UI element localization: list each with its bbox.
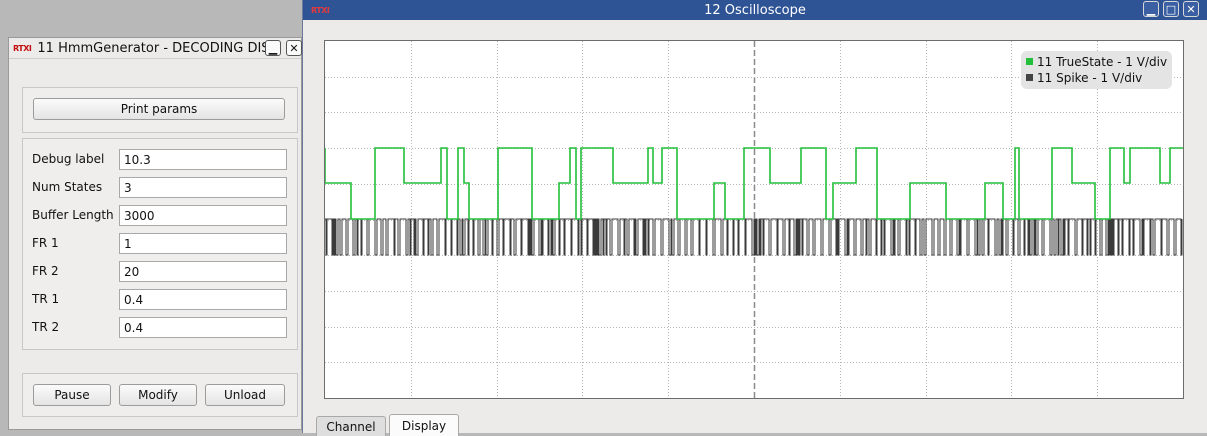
close-button[interactable]: ✕	[286, 40, 302, 56]
param-label: Debug label	[32, 152, 105, 166]
param-label: FR 1	[32, 236, 59, 250]
maximize-icon: □	[1165, 2, 1177, 16]
print-params-button[interactable]: Print params	[33, 98, 285, 120]
tab-channel[interactable]: Channel	[316, 416, 386, 436]
hmm-window-title: 11 HmmGenerator - DECODING DIS...	[37, 41, 270, 56]
scope-titlebar[interactable]: RTXI 12 Oscilloscope ▁ □ ✕	[303, 0, 1207, 20]
pause-button[interactable]: Pause	[33, 384, 111, 406]
modify-button[interactable]: Modify	[119, 384, 197, 406]
scope-canvas: 11 TrueState - 1 V/div 11 Spike - 1 V/di…	[325, 41, 1183, 398]
params-group: Debug label Num States Buffer Length FR 1 FR…	[22, 138, 298, 350]
param-label: TR 1	[32, 292, 60, 306]
actions-group: Pause Modify Unload	[22, 373, 298, 417]
scope-plot-area[interactable]: 11 TrueState - 1 V/div 11 Spike - 1 V/di…	[324, 40, 1184, 399]
hmm-generator-window: RTXI 11 HmmGenerator - DECODING DIS... ▁…	[8, 37, 302, 430]
minimize-icon: ▁	[268, 41, 278, 55]
scope-window-title: 12 Oscilloscope	[704, 2, 806, 18]
minimize-button[interactable]: ▁	[1143, 1, 1159, 17]
legend: 11 TrueState - 1 V/div 11 Spike - 1 V/di…	[1021, 51, 1172, 89]
param-input[interactable]	[119, 177, 287, 198]
param-input[interactable]	[119, 149, 287, 170]
minimize-button[interactable]: ▁	[265, 40, 281, 56]
param-input[interactable]	[119, 317, 287, 338]
param-input[interactable]	[119, 289, 287, 310]
param-label: Buffer Length	[32, 208, 114, 222]
tab-channel-label: Channel	[326, 419, 376, 434]
close-icon: ✕	[289, 41, 299, 55]
param-input[interactable]	[119, 233, 287, 254]
maximize-button[interactable]: □	[1163, 1, 1179, 17]
close-icon: ✕	[1186, 2, 1196, 16]
rtxi-logo: RTXI	[13, 44, 32, 53]
legend-swatch-spike	[1026, 74, 1033, 81]
legend-label-spike: 11 Spike - 1 V/div	[1037, 71, 1142, 85]
param-input[interactable]	[119, 261, 287, 282]
close-button[interactable]: ✕	[1183, 1, 1199, 17]
print-group: Print params	[22, 87, 298, 133]
oscilloscope-window: RTXI 12 Oscilloscope ▁ □ ✕ 11 TrueState …	[302, 0, 1207, 436]
param-label: TR 2	[32, 320, 60, 334]
hmm-titlebar[interactable]: RTXI 11 HmmGenerator - DECODING DIS... ▁…	[9, 39, 302, 59]
param-label: Num States	[32, 180, 103, 194]
spike-trace	[325, 218, 1183, 256]
legend-label-true-state: 11 TrueState - 1 V/div	[1037, 55, 1167, 69]
legend-swatch-true-state	[1026, 58, 1033, 65]
unload-button[interactable]: Unload	[205, 384, 285, 406]
param-label: FR 2	[32, 264, 59, 278]
minimize-icon: ▁	[1146, 2, 1156, 16]
tab-display-label: Display	[401, 418, 447, 433]
param-input[interactable]	[119, 205, 287, 226]
